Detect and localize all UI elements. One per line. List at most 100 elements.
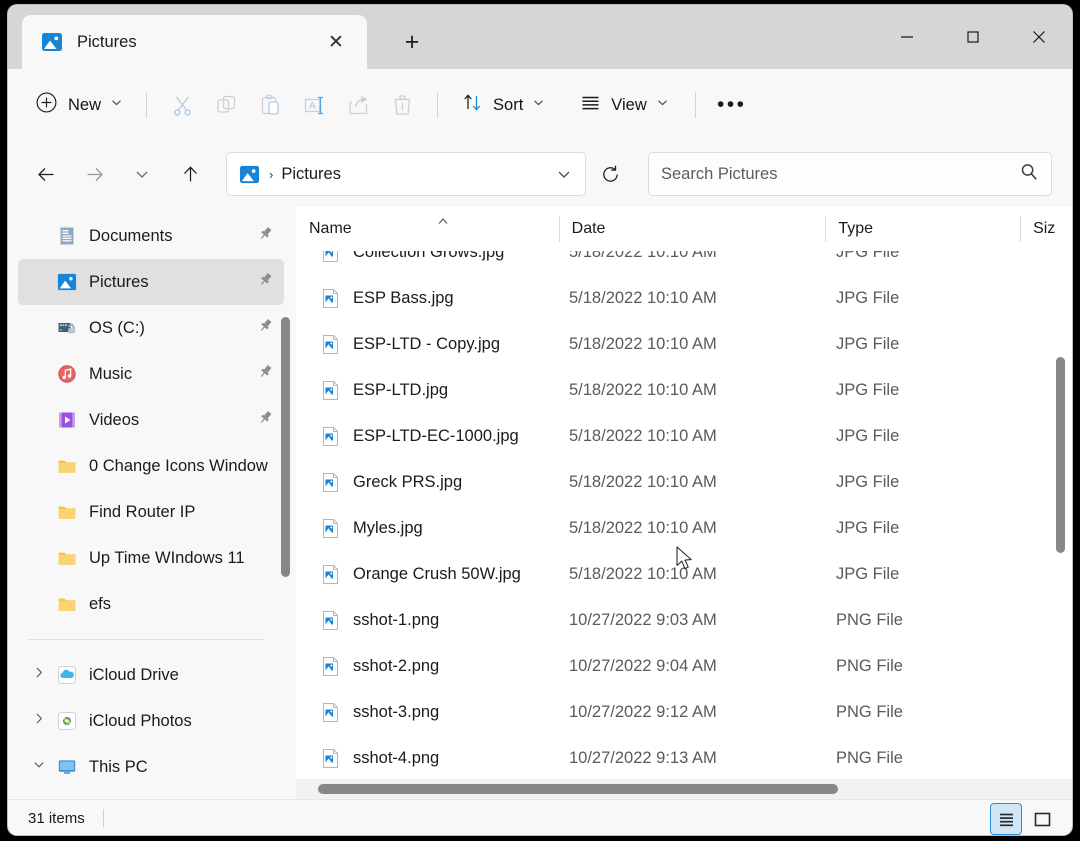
sidebar-item-icloud-photos[interactable]: iCloud Photos (18, 698, 284, 744)
address-bar[interactable]: › Pictures (226, 152, 586, 196)
videos-icon (56, 409, 78, 431)
view-list-icon (579, 91, 602, 119)
sidebar-item-label: iCloud Drive (89, 665, 179, 684)
see-more-button[interactable]: ••• (709, 85, 755, 125)
sidebar-item-efs[interactable]: efs (18, 581, 284, 627)
rename-icon[interactable]: A (292, 85, 336, 125)
nav-tree: Documents Pictures OS (C:) Music Videos … (8, 207, 296, 790)
up-button[interactable] (170, 155, 210, 193)
share-icon[interactable] (336, 85, 380, 125)
column-header-date[interactable]: Date (558, 207, 826, 251)
search-input[interactable]: Search Pictures (648, 152, 1052, 196)
column-header-size[interactable]: Siz (1020, 207, 1072, 251)
sidebar-item-label: Documents (89, 226, 173, 245)
file-type: PNG File (836, 748, 903, 767)
sidebar-item-up-time-windows-11[interactable]: Up Time WIndows 11 (18, 535, 284, 581)
navigation-bar: › Pictures Search Pictures (8, 141, 1072, 207)
table-row[interactable]: Collection Grows.jpg 5/18/2022 10:10 AM … (296, 251, 1072, 275)
table-row[interactable]: Greck PRS.jpg 5/18/2022 10:10 AM JPG Fil… (296, 459, 1072, 505)
file-type: JPG File (836, 564, 900, 583)
close-icon[interactable] (1006, 5, 1072, 69)
refresh-button[interactable] (592, 155, 628, 193)
file-type: PNG File (836, 656, 903, 675)
pin-icon[interactable] (257, 363, 274, 385)
table-row[interactable]: ESP-LTD.jpg 5/18/2022 10:10 AM JPG File (296, 367, 1072, 413)
table-row[interactable]: sshot-3.png 10/27/2022 9:12 AM PNG File (296, 689, 1072, 735)
pin-icon[interactable] (257, 409, 274, 431)
sidebar-item-find-router-ip[interactable]: Find Router IP (18, 489, 284, 535)
sidebar-item-os-c[interactable]: OS (C:) (18, 305, 284, 351)
column-header-type[interactable]: Type (825, 207, 1020, 251)
minimize-icon[interactable] (874, 5, 940, 69)
column-header-label: Type (838, 220, 873, 237)
back-button[interactable] (26, 155, 66, 193)
file-date: 5/18/2022 10:10 AM (569, 564, 717, 583)
sidebar-item-music[interactable]: Music (18, 351, 284, 397)
sidebar-item-0-change-icons-window[interactable]: 0 Change Icons Window (18, 443, 284, 489)
table-row[interactable]: sshot-1.png 10/27/2022 9:03 AM PNG File (296, 597, 1072, 643)
file-type: JPG File (836, 518, 900, 537)
cut-icon[interactable] (160, 85, 204, 125)
file-name: sshot-2.png (353, 656, 440, 675)
column-header-label: Date (571, 220, 606, 237)
jpg-file-icon (320, 380, 341, 401)
column-header-label: Name (309, 220, 352, 237)
delete-icon[interactable] (380, 85, 424, 125)
table-row[interactable]: Orange Crush 50W.jpg 5/18/2022 10:10 AM … (296, 551, 1072, 597)
file-date: 10/27/2022 9:12 AM (569, 702, 717, 721)
chevron-down-icon[interactable] (32, 758, 46, 777)
forward-button[interactable] (74, 155, 114, 193)
sidebar-item-videos[interactable]: Videos (18, 397, 284, 443)
status-bar: 31 items (8, 799, 1072, 835)
address-dropdown-icon[interactable] (549, 166, 579, 182)
view-button-label: View (611, 95, 647, 114)
large-icons-view-icon[interactable] (1026, 803, 1058, 835)
jpg-file-icon (320, 518, 341, 539)
jpg-file-icon (320, 334, 341, 355)
jpg-file-icon (320, 251, 341, 263)
sidebar-item-documents[interactable]: Documents (18, 213, 284, 259)
new-tab-button[interactable]: + (394, 25, 430, 59)
recent-locations-button[interactable] (122, 155, 162, 193)
file-name: Greck PRS.jpg (353, 472, 463, 491)
table-row[interactable]: ESP-LTD - Copy.jpg 5/18/2022 10:10 AM JP… (296, 321, 1072, 367)
paste-icon[interactable] (248, 85, 292, 125)
column-header-name[interactable]: Name (296, 207, 559, 251)
pin-icon[interactable] (257, 271, 274, 293)
view-button[interactable]: View (569, 85, 678, 125)
chevron-right-icon[interactable] (32, 666, 46, 685)
file-list-scrollbar-thumb[interactable] (1056, 357, 1065, 553)
sidebar-item-label: OS (C:) (89, 318, 145, 337)
sidebar-item-this-pc[interactable]: This PC (18, 744, 284, 790)
close-tab-button[interactable]: ✕ (319, 25, 353, 59)
table-row[interactable]: sshot-4.png 10/27/2022 9:13 AM PNG File (296, 735, 1072, 781)
file-date: 10/27/2022 9:13 AM (569, 748, 717, 767)
search-icon[interactable] (1019, 162, 1039, 187)
table-row[interactable]: sshot-2.png 10/27/2022 9:04 AM PNG File (296, 643, 1072, 689)
table-row[interactable]: ESP-LTD-EC-1000.jpg 5/18/2022 10:10 AM J… (296, 413, 1072, 459)
sidebar-item-icloud-drive[interactable]: iCloud Drive (18, 652, 284, 698)
new-button[interactable]: New (28, 85, 133, 125)
file-name: Orange Crush 50W.jpg (353, 564, 521, 583)
horizontal-scrollbar[interactable] (296, 779, 1072, 799)
sort-button[interactable]: Sort (451, 85, 555, 125)
maximize-icon[interactable] (940, 5, 1006, 69)
sidebar-scrollbar-thumb[interactable] (281, 317, 290, 577)
sidebar-item-pictures[interactable]: Pictures (18, 259, 284, 305)
chevron-right-icon[interactable] (32, 712, 46, 731)
copy-icon[interactable] (204, 85, 248, 125)
pin-icon[interactable] (257, 317, 274, 339)
table-row[interactable]: ESP Bass.jpg 5/18/2022 10:10 AM JPG File (296, 275, 1072, 321)
table-row[interactable]: Myles.jpg 5/18/2022 10:10 AM JPG File (296, 505, 1072, 551)
sort-button-label: Sort (493, 95, 524, 114)
tab-pictures[interactable]: Pictures ✕ (22, 15, 367, 69)
details-view-icon[interactable] (990, 803, 1022, 835)
horizontal-scrollbar-thumb[interactable] (318, 784, 838, 794)
breadcrumb[interactable]: Pictures (281, 165, 549, 184)
file-date: 5/18/2022 10:10 AM (569, 380, 717, 399)
pin-icon[interactable] (257, 225, 274, 247)
file-type: JPG File (836, 334, 900, 353)
file-date: 10/27/2022 9:04 AM (569, 656, 717, 675)
file-type: JPG File (836, 380, 900, 399)
file-name: sshot-1.png (353, 610, 440, 629)
